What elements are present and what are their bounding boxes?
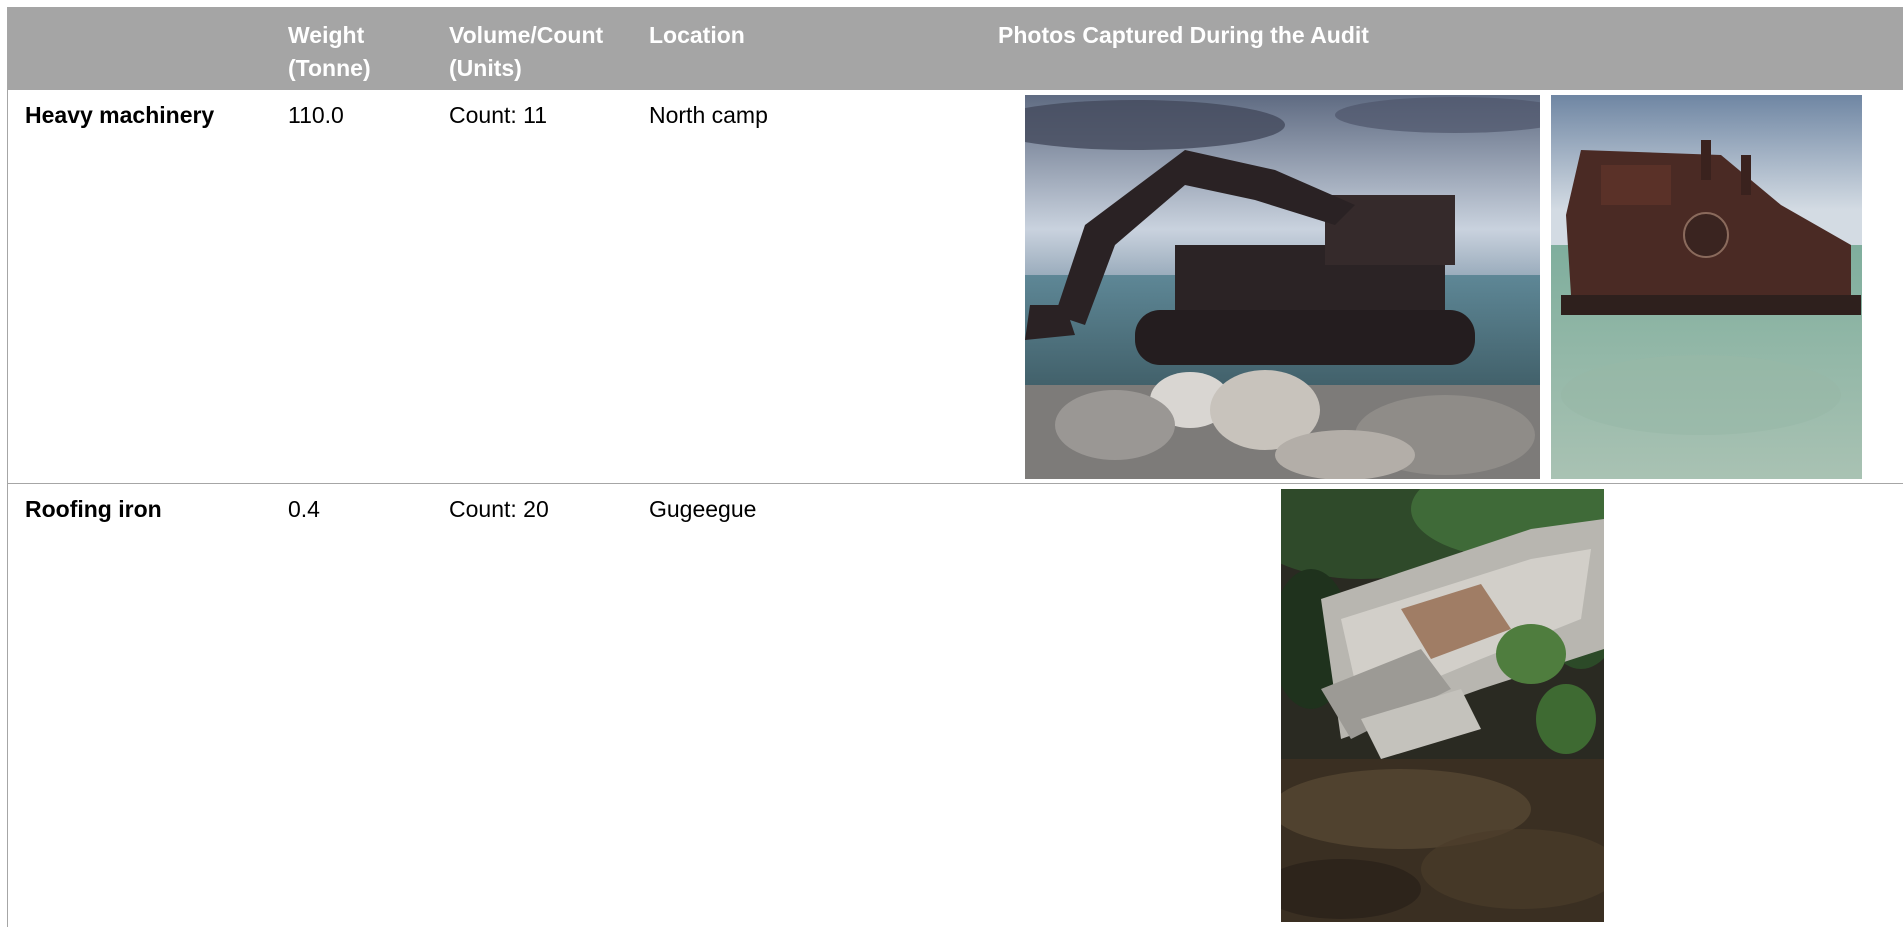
excavator-photo: [1025, 95, 1540, 479]
header-location: Location: [649, 22, 745, 48]
header-photos: Photos Captured During the Audit: [998, 22, 1369, 48]
item-weight: 110.0: [288, 102, 344, 128]
table-row: Heavy machinery 110.0 Count: 11 North ca…: [8, 90, 1903, 484]
audit-table: Weight (Tonne) Volume/Count (Units) Loca…: [7, 7, 1903, 927]
item-location: North camp: [649, 102, 768, 128]
item-volume-count: Count: 11: [449, 102, 548, 128]
header-weight: Weight (Tonne): [288, 22, 371, 81]
header-volume-count: Volume/Count (Units): [449, 22, 604, 81]
item-weight: 0.4: [288, 496, 320, 522]
item-name: Roofing iron: [25, 496, 162, 522]
roofing-iron-photo: [1281, 489, 1604, 922]
item-name: Heavy machinery: [25, 102, 215, 128]
table-header: Weight (Tonne) Volume/Count (Units) Loca…: [8, 7, 1903, 90]
rusted-machinery-photo: [1551, 95, 1862, 479]
table-row: Roofing iron 0.4 Count: 20 Gugeegue: [8, 484, 1903, 927]
item-volume-count: Count: 20: [449, 496, 549, 522]
item-location: Gugeegue: [649, 496, 757, 522]
